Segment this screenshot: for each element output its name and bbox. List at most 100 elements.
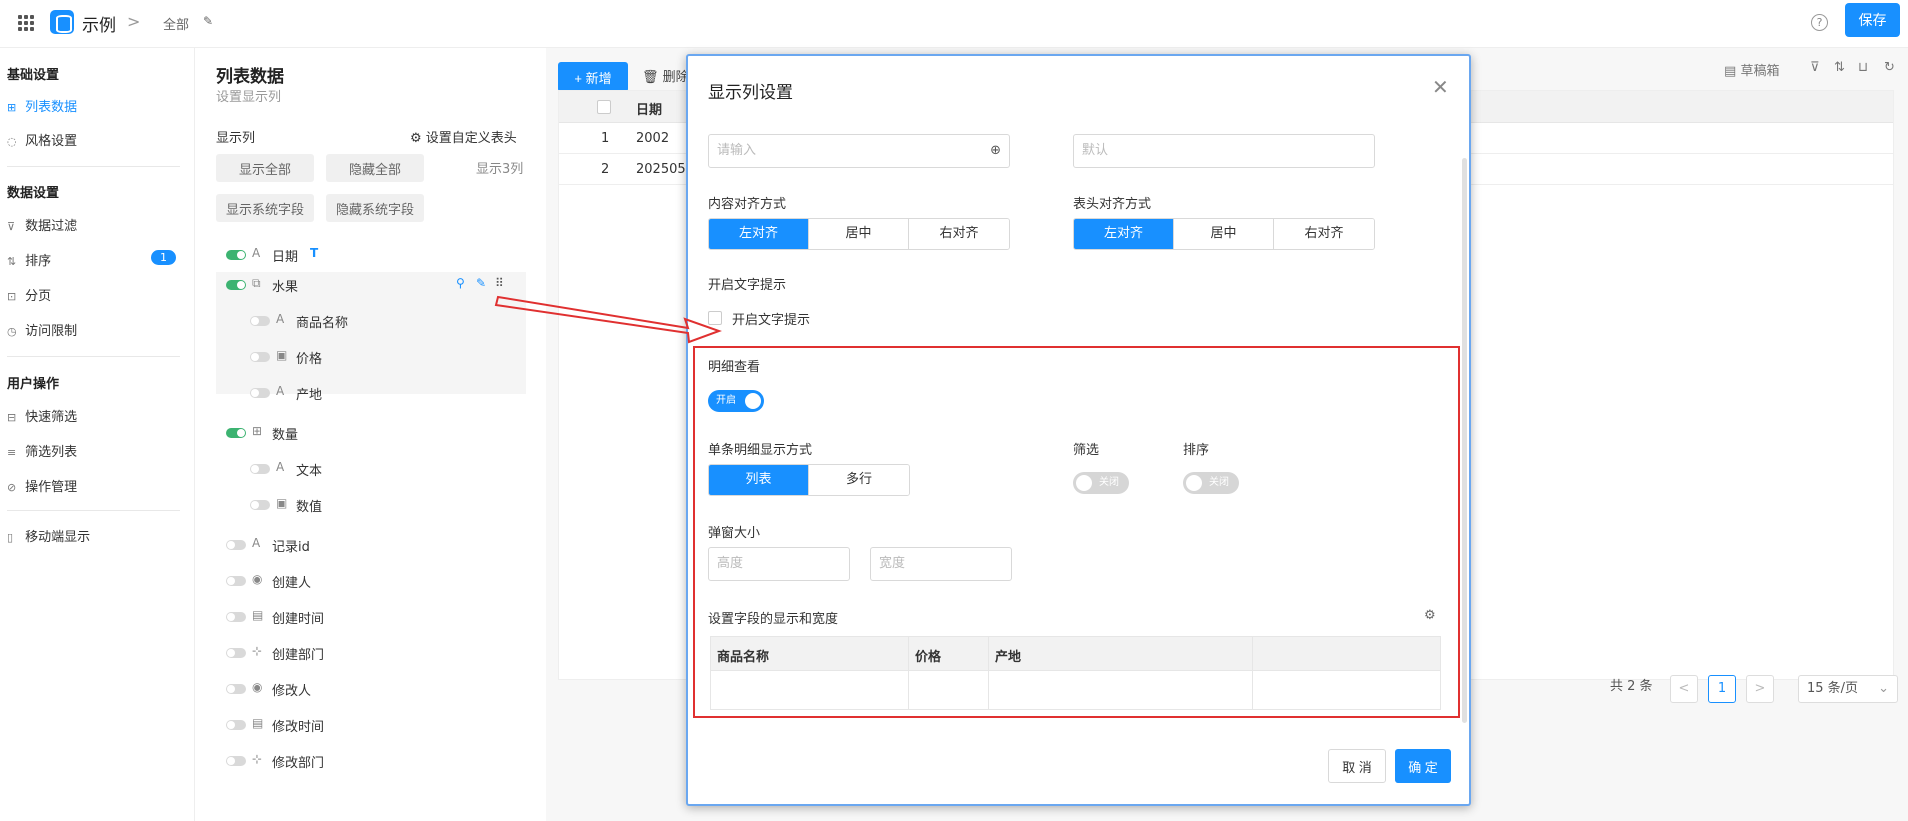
mode-list-option[interactable]: 列表: [709, 465, 809, 495]
field-column[interactable]: [1253, 637, 1440, 709]
select-all-checkbox[interactable]: [597, 100, 611, 114]
field-row-created-dept[interactable]: ⊹ 创建部门: [226, 638, 526, 668]
field-row-text[interactable]: A 文本: [250, 454, 550, 484]
visibility-toggle[interactable]: [250, 316, 270, 326]
sidebar-item-quick-filter[interactable]: ⊟ 快速筛选: [7, 406, 187, 425]
scrollbar[interactable]: [1462, 158, 1467, 723]
visibility-toggle[interactable]: [226, 612, 246, 622]
align-right-option[interactable]: 右对齐: [909, 219, 1009, 249]
save-button[interactable]: 保存: [1845, 3, 1900, 37]
field-row-modifier[interactable]: ◉ 修改人: [226, 674, 526, 704]
add-button[interactable]: + 新增: [558, 62, 628, 92]
field-row-created-time[interactable]: ▤ 创建时间: [226, 602, 526, 632]
align-left-option[interactable]: 左对齐: [1074, 219, 1174, 249]
visibility-toggle[interactable]: [226, 540, 246, 550]
visibility-toggle[interactable]: [226, 756, 246, 766]
visibility-toggle[interactable]: [226, 250, 246, 260]
refresh-icon[interactable]: ↻: [1884, 60, 1895, 75]
field-row-origin[interactable]: A 产地: [250, 378, 550, 408]
help-icon[interactable]: ?: [1811, 14, 1828, 31]
visibility-toggle[interactable]: [226, 684, 246, 694]
next-page-button[interactable]: >: [1746, 675, 1774, 703]
sidebar-item-filter[interactable]: ⊽ 数据过滤: [7, 215, 187, 234]
field-row-modified-dept[interactable]: ⊹ 修改部门: [226, 746, 526, 776]
field-settings-icon[interactable]: ⚙: [1424, 608, 1436, 623]
show-all-button[interactable]: 显示全部: [216, 154, 314, 182]
detail-view-label: 明细查看: [708, 360, 761, 375]
page-size-select[interactable]: 15 条/页 ⌄: [1798, 675, 1898, 703]
sidebar-item-mobile[interactable]: ▯ 移动端显示: [7, 526, 187, 545]
edit-pencil-icon[interactable]: ✎: [476, 276, 486, 290]
popup-height-input[interactable]: 高度: [708, 547, 850, 581]
detail-view-switch[interactable]: 开启: [708, 390, 764, 412]
org-icon: ⊹: [252, 644, 263, 658]
header-align-group[interactable]: 左对齐 居中 右对齐: [1073, 218, 1375, 250]
content-align-group[interactable]: 左对齐 居中 右对齐: [708, 218, 1010, 250]
tooltip-checkbox[interactable]: [708, 311, 722, 325]
visibility-toggle[interactable]: [250, 464, 270, 474]
field-row-fruit[interactable]: ⧉ 水果 ⚲ ✎ ⠿: [226, 270, 526, 300]
apps-grid-icon[interactable]: [18, 15, 34, 31]
show-system-fields-button[interactable]: 显示系统字段: [216, 194, 314, 222]
hide-all-button[interactable]: 隐藏全部: [326, 154, 424, 182]
field-row-creator[interactable]: ◉ 创建人: [226, 566, 526, 596]
custom-header-link[interactable]: ⚙ 设置自定义表头: [410, 127, 517, 146]
field-row-date[interactable]: A 日期 T: [226, 240, 526, 270]
visibility-toggle[interactable]: [226, 720, 246, 730]
prev-page-button[interactable]: <: [1670, 675, 1698, 703]
align-center-option[interactable]: 居中: [1174, 219, 1274, 249]
popup-width-input[interactable]: 宽度: [870, 547, 1012, 581]
sidebar-item-actions[interactable]: ⊘ 操作管理: [7, 476, 187, 495]
pencil-icon[interactable]: ✎: [203, 14, 213, 28]
sidebar-item-filter-list[interactable]: ≡ 筛选列表: [7, 441, 187, 460]
pin-icon[interactable]: ⚲: [456, 276, 465, 290]
close-icon[interactable]: ✕: [1432, 75, 1449, 99]
sidebar-item-style[interactable]: ◌ 风格设置: [7, 130, 187, 149]
sort-icon[interactable]: ⇅: [1834, 60, 1845, 75]
draft-box-button[interactable]: ▤ 草稿箱: [1724, 60, 1779, 79]
drag-handle-icon[interactable]: ⠿: [495, 276, 504, 290]
visibility-toggle[interactable]: [226, 280, 246, 290]
visibility-toggle[interactable]: [226, 648, 246, 658]
field-row-price[interactable]: ▣ 价格: [250, 342, 550, 372]
delete-button[interactable]: 🗑 删除: [642, 66, 689, 85]
field-column[interactable]: 价格: [909, 637, 989, 709]
field-row-product-name[interactable]: A 商品名称: [250, 306, 550, 336]
field-row-record-id[interactable]: A 记录id: [226, 530, 526, 560]
visibility-toggle[interactable]: [226, 576, 246, 586]
filter-icon[interactable]: ⊽: [1810, 60, 1820, 75]
filter-switch[interactable]: 关闭: [1073, 472, 1129, 494]
column-header-date[interactable]: 日期: [636, 99, 662, 118]
trash-icon[interactable]: ⊔: [1858, 60, 1868, 75]
page-number[interactable]: 1: [1708, 675, 1736, 703]
confirm-button[interactable]: 确 定: [1395, 749, 1451, 783]
visibility-toggle[interactable]: [250, 388, 270, 398]
field-column[interactable]: 产地: [989, 637, 1253, 709]
breadcrumb[interactable]: 全部: [163, 14, 189, 33]
calendar-icon: ▤: [252, 608, 264, 622]
globe-icon[interactable]: ⊕: [990, 135, 1001, 167]
sidebar-item-list-data[interactable]: ⊞ 列表数据: [7, 96, 187, 115]
sidebar-item-pagination[interactable]: ⊡ 分页: [7, 285, 187, 304]
column-title-input[interactable]: 请输入 ⊕: [708, 134, 1010, 168]
field-row-modified-time[interactable]: ▤ 修改时间: [226, 710, 526, 740]
visibility-toggle[interactable]: [250, 500, 270, 510]
sidebar-item-access[interactable]: ◷ 访问限制: [7, 320, 187, 339]
align-left-option[interactable]: 左对齐: [709, 219, 809, 249]
detail-mode-group[interactable]: 列表 多行: [708, 464, 910, 496]
tooltip-checkbox-label[interactable]: 开启文字提示: [732, 309, 810, 328]
width-default-input[interactable]: 默认: [1073, 134, 1375, 168]
align-right-option[interactable]: 右对齐: [1274, 219, 1374, 249]
visibility-toggle[interactable]: [250, 352, 270, 362]
visibility-toggle[interactable]: [226, 428, 246, 438]
field-column[interactable]: 商品名称: [711, 637, 909, 709]
cancel-button[interactable]: 取 消: [1328, 749, 1386, 783]
mode-multiline-option[interactable]: 多行: [809, 465, 909, 495]
align-center-option[interactable]: 居中: [809, 219, 909, 249]
hide-system-fields-button[interactable]: 隐藏系统字段: [326, 194, 424, 222]
field-row-quantity[interactable]: ⊞ 数量: [226, 418, 526, 448]
sidebar-item-sort[interactable]: ⇅ 排序 1: [7, 250, 187, 269]
filter-icon: ⊽: [7, 220, 16, 233]
field-row-number[interactable]: ▣ 数值: [250, 490, 550, 520]
sort-switch[interactable]: 关闭: [1183, 472, 1239, 494]
